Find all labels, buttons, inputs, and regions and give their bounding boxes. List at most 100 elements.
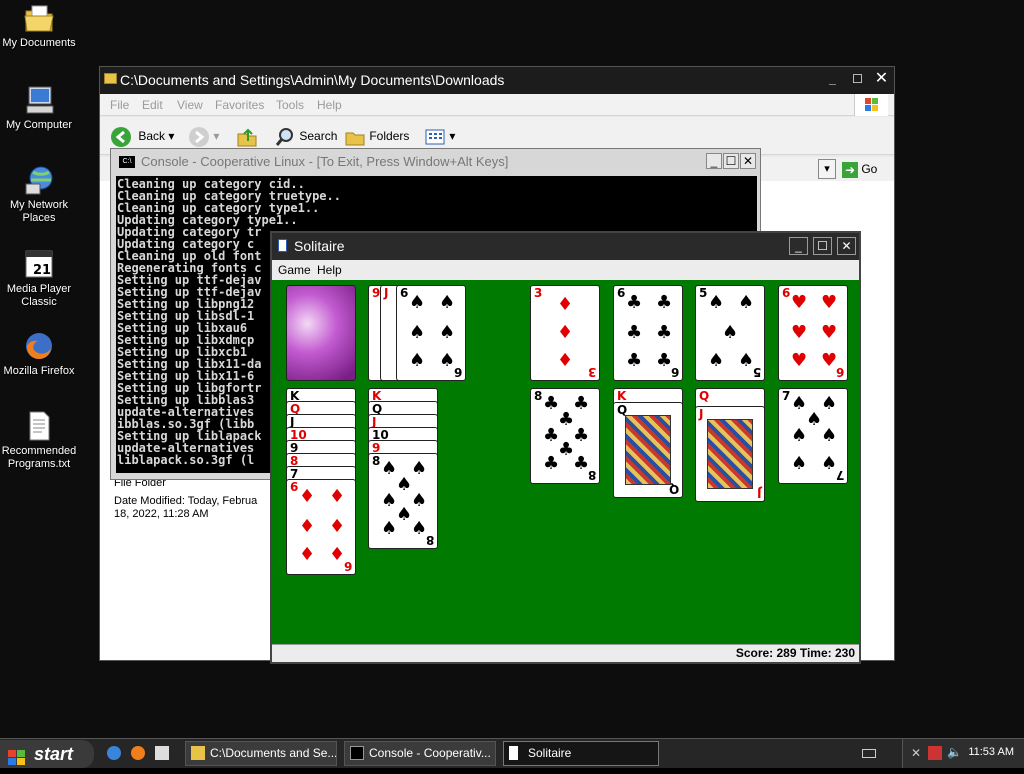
desktop-icon-my-computer[interactable]: My Computer — [0, 84, 78, 132]
search-button[interactable]: Search — [274, 125, 337, 148]
spade-suit-icon: ♠ — [708, 292, 725, 313]
address-dropdown[interactable]: ▾ — [818, 159, 836, 179]
firefox-icon[interactable] — [131, 746, 145, 760]
taskbar: start C:\Documents and Se... Console - C… — [0, 738, 1024, 768]
spade-suit-icon: ♠ — [722, 322, 739, 343]
task-solitaire[interactable]: Solitaire — [503, 741, 659, 766]
maximize-button[interactable]: ☐ — [723, 153, 739, 169]
minimize-button[interactable]: _ — [823, 71, 842, 89]
console-title: Console - Cooperative Linux - [To Exit, … — [141, 154, 509, 169]
console-title-bar[interactable]: C:\ Console - Cooperative Linux - [To Ex… — [111, 149, 760, 175]
desktop-icon-my-documents[interactable]: My Documents — [0, 2, 78, 50]
ie-icon[interactable] — [107, 746, 121, 760]
spade-suit-icon: ♠ — [806, 409, 823, 430]
network-icon[interactable]: ✕ — [911, 746, 925, 760]
menu-edit[interactable]: Edit — [142, 98, 163, 112]
desktop-icon-label: Media Player Classic — [6, 283, 72, 308]
club-suit-icon: ♣ — [656, 350, 673, 371]
back-button[interactable]: Back ▾ — [110, 125, 174, 148]
menu-favorites[interactable]: Favorites — [215, 98, 264, 112]
explorer-title: C:\Documents and Settings\Admin\My Docum… — [120, 72, 505, 88]
playing-card[interactable]: 8 8 ♠ ♠ ♠ ♠ ♠ ♠ ♠ ♠ — [368, 453, 438, 549]
views-button[interactable]: ▾ — [424, 125, 455, 148]
start-button[interactable]: start — [0, 740, 94, 768]
card-rank: 8 — [372, 454, 381, 468]
spade-suit-icon: ♠ — [409, 322, 426, 343]
desktop-icon-label: Recommended Programs.txt — [1, 445, 77, 470]
text-file-icon — [23, 410, 55, 442]
playing-card[interactable]: 3 3 ♦ ♦ ♦ — [530, 285, 600, 381]
spade-suit-icon: ♠ — [708, 350, 725, 371]
menu-help[interactable]: Help — [317, 263, 342, 277]
media-icon[interactable] — [155, 746, 169, 760]
playing-card[interactable]: 6 6 ♣ ♣ ♣ ♣ ♣ ♣ — [613, 285, 683, 381]
club-suit-icon: ♣ — [573, 393, 590, 414]
solitaire-icon — [509, 746, 518, 760]
folder-documents-icon — [23, 2, 55, 34]
keyboard-icon[interactable] — [862, 749, 876, 758]
quick-launch — [105, 745, 175, 763]
playing-card[interactable]: 8 8 ♣ ♣ ♣ ♣ ♣ ♣ ♣ ♣ — [530, 388, 600, 484]
spade-suit-icon: ♠ — [439, 292, 456, 313]
maximize-button[interactable]: ☐ — [813, 237, 832, 255]
minimize-button[interactable]: _ — [789, 237, 808, 255]
minimize-button[interactable]: _ — [706, 153, 722, 169]
task-explorer[interactable]: C:\Documents and Se... — [185, 741, 337, 766]
playing-card[interactable]: 5 5 ♠ ♠ ♠ ♠ ♠ — [695, 285, 765, 381]
club-suit-icon: ♣ — [543, 393, 560, 414]
task-console[interactable]: Console - Cooperativ... — [344, 741, 496, 766]
menu-help[interactable]: Help — [317, 98, 342, 112]
spade-suit-icon: ♠ — [791, 393, 808, 414]
face-card-art — [707, 419, 753, 489]
card-rank: 3 — [587, 365, 596, 379]
diamond-suit-icon: ♦ — [557, 350, 574, 371]
menu-file[interactable]: File — [110, 98, 129, 112]
security-icon[interactable] — [928, 746, 942, 760]
explorer-title-bar[interactable]: C:\Documents and Settings\Admin\My Docum… — [100, 67, 894, 94]
playing-card[interactable]: 6 6 ♠ ♠ ♠ ♠ ♠ ♠ — [396, 285, 466, 381]
heart-suit-icon: ♥ — [821, 292, 838, 313]
spade-suit-icon: ♠ — [381, 490, 398, 511]
desktop-icon-label: My Computer — [5, 119, 73, 131]
spade-suit-icon: ♠ — [439, 350, 456, 371]
desktop-icon-recommended-programs[interactable]: Recommended Programs.txt — [0, 410, 78, 471]
up-folder-button[interactable] — [236, 125, 258, 148]
solitaire-title-bar[interactable]: Solitaire — [272, 233, 859, 260]
club-suit-icon: ♣ — [626, 322, 643, 343]
playing-card[interactable]: 6 6 ♥ ♥ ♥ ♥ ♥ ♥ — [778, 285, 848, 381]
club-suit-icon: ♣ — [573, 425, 590, 446]
volume-icon[interactable]: 🔈 — [947, 745, 962, 759]
folders-button[interactable]: Folders — [344, 125, 409, 148]
explorer-menu-bar: File Edit View Favorites Tools Help — [100, 94, 894, 116]
card-rank: K — [617, 389, 627, 403]
spade-suit-icon: ♠ — [791, 425, 808, 446]
desktop-icon-label: Mozilla Firefox — [3, 365, 75, 377]
folder-icon — [104, 73, 117, 84]
menu-game[interactable]: Game — [278, 263, 311, 277]
stock-pile[interactable] — [286, 285, 356, 381]
go-button[interactable]: ➜ Go — [842, 160, 877, 180]
close-button[interactable]: ✕ — [740, 153, 756, 169]
close-button[interactable]: ✕ — [837, 237, 856, 255]
club-suit-icon: ♣ — [543, 425, 560, 446]
desktop-icon-media-player-classic[interactable]: 21 Media Player Classic — [0, 248, 78, 309]
date-modified-cont: 18, 2022, 11:28 AM — [114, 508, 209, 520]
playing-card[interactable]: JJ — [695, 406, 765, 502]
desktop-icon-my-network-places[interactable]: My Network Places — [0, 164, 78, 225]
desktop-icon-mozilla-firefox[interactable]: Mozilla Firefox — [0, 330, 78, 378]
playing-card[interactable]: QQ — [613, 402, 683, 498]
date-modified: Date Modified: Today, Februa — [114, 495, 258, 507]
spade-suit-icon: ♠ — [409, 292, 426, 313]
card-rank: 6 — [290, 480, 299, 494]
spade-suit-icon: ♠ — [411, 458, 428, 479]
forward-button[interactable]: ▾ — [188, 125, 219, 148]
close-button[interactable]: ✕ — [872, 71, 891, 89]
menu-tools[interactable]: Tools — [276, 98, 304, 112]
playing-card[interactable]: 6 6 ♦ ♦ ♦ ♦ ♦ ♦ — [286, 479, 356, 575]
menu-view[interactable]: View — [177, 98, 203, 112]
computer-icon — [23, 84, 55, 116]
diamond-suit-icon: ♦ — [299, 544, 316, 565]
console-icon — [350, 746, 364, 760]
maximize-button[interactable]: ☐ — [848, 71, 867, 89]
playing-card[interactable]: 7 7 ♠ ♠ ♠ ♠ ♠ ♠ ♠ — [778, 388, 848, 484]
